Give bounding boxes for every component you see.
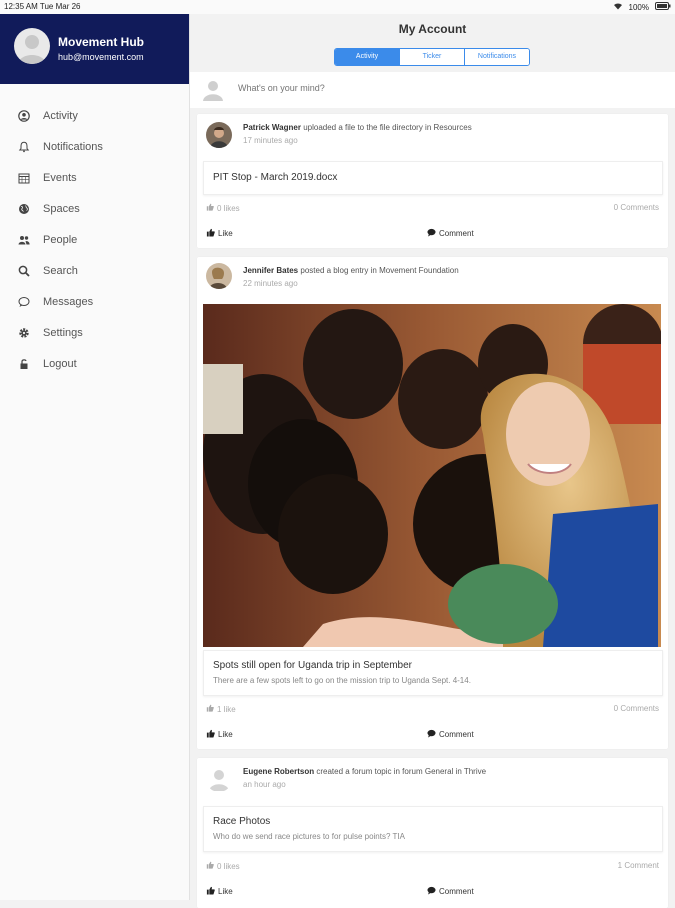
attachment-title: PIT Stop - March 2019.docx (213, 172, 338, 183)
avatar[interactable] (206, 263, 232, 289)
thumbs-up-icon (206, 861, 214, 871)
lock-icon (17, 357, 31, 371)
sidebar-item-label: Search (43, 264, 78, 277)
attachment-body: There are a few spots left to go on the … (213, 676, 471, 685)
sidebar-item-messages[interactable]: Messages (0, 286, 189, 317)
blog-attachment[interactable]: Spots still open for Uganda trip in Sept… (203, 650, 663, 696)
gear-icon (17, 326, 31, 340)
sidebar-item-events[interactable]: Events (0, 162, 189, 193)
sidebar-item-spaces[interactable]: Spaces (0, 193, 189, 224)
sidebar-item-logout[interactable]: Logout (0, 348, 189, 379)
thumbs-up-icon (206, 704, 214, 714)
feed-post: Patrick Wagner uploaded a file to the fi… (197, 114, 668, 248)
people-icon (17, 233, 31, 247)
status-bar: 12:35 AM Tue Mar 26 100% (0, 0, 675, 14)
wifi-icon (613, 2, 623, 12)
main-content: My Account Activity Ticker Notifications… (190, 14, 675, 908)
comment-button[interactable]: Comment (427, 729, 474, 740)
attachment-body: Who do we send race pictures to for puls… (213, 832, 405, 841)
file-attachment[interactable]: PIT Stop - March 2019.docx (203, 161, 663, 195)
chat-icon (17, 295, 31, 309)
sidebar-item-search[interactable]: Search (0, 255, 189, 286)
feed-post: Eugene Robertson created a forum topic i… (197, 758, 668, 908)
post-action: uploaded a file to the file directory in… (303, 123, 472, 132)
sidebar-item-notifications[interactable]: Notifications (0, 131, 189, 162)
like-button[interactable]: Like (206, 886, 233, 897)
sidebar-nav: Activity Notifications Events Spaces Peo… (0, 100, 189, 379)
sidebar-item-label: Logout (43, 357, 77, 370)
comment-count[interactable]: 0 Comments (614, 203, 659, 212)
like-button[interactable]: Like (206, 729, 233, 740)
tab-activity[interactable]: Activity (335, 49, 399, 65)
avatar[interactable] (206, 766, 232, 792)
sidebar: Movement Hub hub@movement.com Activity N… (0, 14, 190, 900)
avatar (202, 79, 224, 101)
post-photo[interactable] (203, 304, 661, 647)
search-icon (17, 264, 31, 278)
forum-attachment[interactable]: Race Photos Who do we send race pictures… (203, 806, 663, 852)
battery-icon (655, 2, 671, 12)
page-title: My Account (398, 22, 467, 36)
globe-icon (17, 202, 31, 216)
profile-email: hub@movement.com (58, 52, 144, 62)
tab-bar: Activity Ticker Notifications (334, 48, 530, 66)
sidebar-item-label: Notifications (43, 140, 103, 153)
avatar[interactable] (206, 122, 232, 148)
user-circle-icon (17, 109, 31, 123)
comment-count[interactable]: 1 Comment (618, 861, 659, 870)
sidebar-item-label: Spaces (43, 202, 80, 215)
like-count: 1 like (206, 704, 236, 714)
like-button[interactable]: Like (206, 228, 233, 239)
tab-notifications[interactable]: Notifications (464, 49, 529, 65)
post-author[interactable]: Eugene Robertson (243, 767, 314, 776)
sidebar-item-label: Settings (43, 326, 83, 339)
chat-bubble-icon (427, 228, 436, 239)
post-author[interactable]: Patrick Wagner (243, 123, 301, 132)
status-input[interactable] (236, 82, 640, 94)
sidebar-item-settings[interactable]: Settings (0, 317, 189, 348)
attachment-title: Race Photos (213, 816, 271, 827)
sidebar-item-activity[interactable]: Activity (0, 100, 189, 131)
chat-bubble-icon (427, 886, 436, 897)
sidebar-item-label: People (43, 233, 78, 246)
comment-button[interactable]: Comment (427, 228, 474, 239)
post-time: 17 minutes ago (243, 136, 298, 145)
like-count: 0 likes (206, 203, 240, 213)
feed-post: Jennifer Bates posted a blog entry in Mo… (197, 257, 668, 749)
attachment-title: Spots still open for Uganda trip in Sept… (213, 660, 412, 671)
status-time: 12:35 AM Tue Mar 26 (4, 2, 81, 11)
post-time: an hour ago (243, 780, 286, 789)
like-count: 0 likes (206, 861, 240, 871)
avatar (14, 28, 50, 64)
bell-icon (17, 140, 31, 154)
post-action: posted a blog entry in Movement Foundati… (300, 266, 459, 275)
post-time: 22 minutes ago (243, 279, 298, 288)
profile-header[interactable]: Movement Hub hub@movement.com (0, 14, 189, 84)
tab-ticker[interactable]: Ticker (399, 49, 464, 65)
profile-name: Movement Hub (58, 35, 145, 49)
post-author[interactable]: Jennifer Bates (243, 266, 298, 275)
composer (190, 72, 675, 108)
thumbs-up-icon (206, 886, 215, 897)
sidebar-item-label: Messages (43, 295, 94, 308)
comment-button[interactable]: Comment (427, 886, 474, 897)
thumbs-up-icon (206, 203, 214, 213)
chat-bubble-icon (427, 729, 436, 740)
sidebar-item-label: Activity (43, 109, 78, 122)
thumbs-up-icon (206, 228, 215, 239)
thumbs-up-icon (206, 729, 215, 740)
sidebar-item-label: Events (43, 171, 77, 184)
battery-percent: 100% (628, 2, 649, 12)
comment-count[interactable]: 0 Comments (614, 704, 659, 713)
sidebar-item-people[interactable]: People (0, 224, 189, 255)
post-action: created a forum topic in forum General i… (316, 767, 487, 776)
calendar-icon (17, 171, 31, 185)
